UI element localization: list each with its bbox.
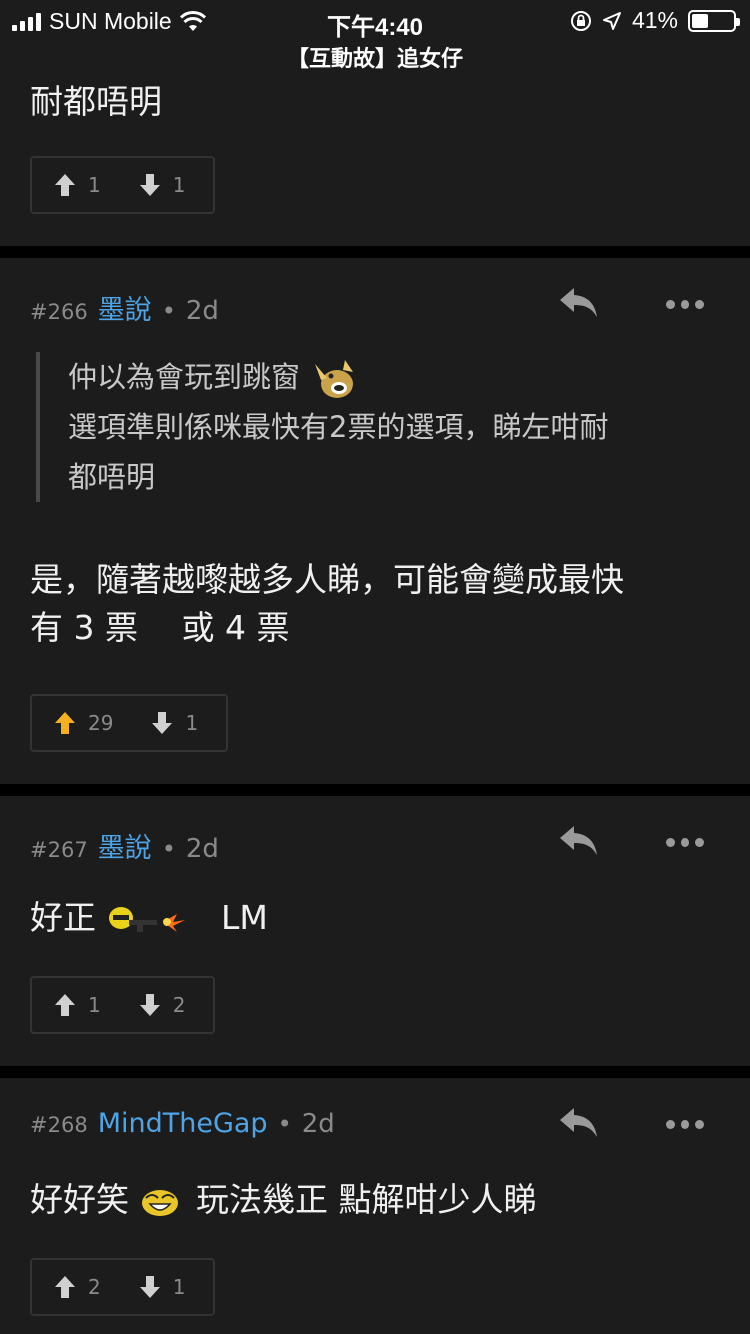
upvote-count: 2 <box>88 1275 101 1299</box>
post-age: 2d <box>185 296 219 326</box>
more-icon[interactable] <box>666 1120 705 1130</box>
downvote-button[interactable]: 2 <box>139 993 186 1017</box>
upvote-icon <box>55 1276 75 1298</box>
thread-title: 【互動故】追女仔 <box>0 40 750 80</box>
quote-line: 選項準則係咪最快有2票的選項，睇左咁耐 <box>68 410 609 444</box>
upvote-button[interactable]: 1 <box>54 993 101 1017</box>
downvote-count: 2 <box>172 993 186 1017</box>
upvote-count: 1 <box>88 173 101 197</box>
upvote-count: 29 <box>88 711 114 735</box>
vote-box: 2 1 <box>30 1258 215 1316</box>
vote-box: 29 1 <box>30 694 228 752</box>
body-text: 好好笑 <box>30 1180 129 1219</box>
horse-emoji-icon <box>315 360 354 398</box>
downvote-icon <box>152 712 173 734</box>
quote-block: 仲以為會玩到跳窗 選項準則係咪最快有2票的選項，睇左咁耐 都唔明 <box>36 352 716 502</box>
shooting-emoji-icon <box>108 906 185 932</box>
vote-box: 1 2 <box>30 976 215 1034</box>
upvote-button[interactable]: 29 <box>54 711 113 735</box>
location-icon <box>602 11 621 30</box>
downvote-count: 1 <box>185 711 199 735</box>
reply-icon[interactable] <box>558 824 600 858</box>
body-text: LM <box>221 898 268 937</box>
downvote-count: 1 <box>172 173 186 197</box>
separator-dot: • <box>277 1110 292 1138</box>
username[interactable]: 墨說 <box>98 826 152 865</box>
upvote-button[interactable]: 2 <box>54 1275 101 1299</box>
floor-number: #266 <box>30 300 88 324</box>
post-268: #268 MindTheGap • 2d 好好笑 玩法幾正 點解咁少人睇 2 1 <box>0 1078 750 1334</box>
more-icon[interactable] <box>666 300 705 310</box>
upvote-icon <box>55 712 75 734</box>
username[interactable]: 墨說 <box>98 288 152 327</box>
post-267: #267 墨說 • 2d 好正 LM 1 2 <box>0 796 750 1066</box>
downvote-button[interactable]: 1 <box>151 711 198 735</box>
upvote-count: 1 <box>88 993 101 1017</box>
floor-number: #268 <box>30 1113 88 1137</box>
post-body: 好好笑 玩法幾正 點解咁少人睇 <box>30 1176 720 1224</box>
reply-icon[interactable] <box>558 286 600 320</box>
body-text: 好正 <box>30 898 96 937</box>
post-age: 2d <box>185 834 219 864</box>
battery-percent: 41% <box>631 7 678 33</box>
post-previous: 耐都唔明 1 1 <box>0 80 750 246</box>
body-line: 有 3 票 或 4 票 <box>30 608 290 647</box>
vote-box: 1 1 <box>30 156 215 214</box>
post-body: 耐都唔明 <box>30 82 162 121</box>
downvote-icon <box>139 174 160 196</box>
quote-line: 仲以為會玩到跳窗 <box>68 360 301 394</box>
post-body: 是，隨著越嚟越多人睇，可能會變成最快 有 3 票 或 4 票 <box>30 556 720 652</box>
more-icon[interactable] <box>666 838 705 848</box>
separator-dot: • <box>161 297 176 325</box>
status-bar: SUN Mobile 下午4:40 41% <box>0 0 750 41</box>
body-text: 玩法幾正 點解咁少人睇 <box>196 1180 537 1219</box>
orientation-lock-icon <box>570 10 591 31</box>
quote-line: 都唔明 <box>68 460 156 494</box>
floor-number: #267 <box>30 838 88 862</box>
upvote-button[interactable]: 1 <box>54 173 101 197</box>
laughing-emoji-icon <box>141 1189 178 1216</box>
reply-icon[interactable] <box>558 1106 600 1140</box>
post-266: #266 墨說 • 2d 仲以為會玩到跳窗 選項準則係咪最快有2票的選項，睇左咁… <box>0 258 750 784</box>
separator-dot: • <box>161 835 176 863</box>
upvote-icon <box>55 174 75 196</box>
downvote-icon <box>139 994 160 1016</box>
downvote-button[interactable]: 1 <box>139 173 186 197</box>
username[interactable]: MindTheGap <box>98 1108 268 1139</box>
body-line: 是，隨著越嚟越多人睇，可能會變成最快 <box>30 560 624 599</box>
battery-icon <box>688 9 740 32</box>
downvote-icon <box>139 1276 160 1298</box>
post-body: 好正 LM <box>30 894 720 942</box>
upvote-icon <box>55 994 75 1016</box>
downvote-button[interactable]: 1 <box>139 1275 186 1299</box>
downvote-count: 1 <box>172 1275 186 1299</box>
post-age: 2d <box>301 1109 335 1139</box>
